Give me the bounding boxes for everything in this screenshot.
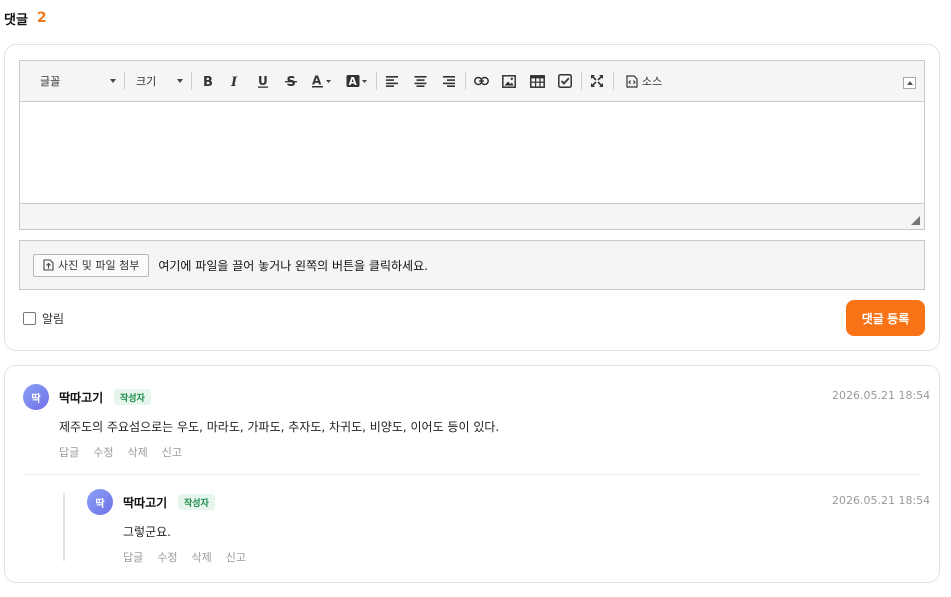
comment-editor-area[interactable] [20,102,924,203]
background-color-button[interactable]: A [343,61,370,101]
image-button[interactable] [499,61,519,101]
image-icon [502,74,516,88]
notify-label: 알림 [42,312,65,326]
attach-file-button[interactable]: 사진 및 파일 첨부 [33,253,150,277]
toolbar-divider [376,72,377,90]
fullscreen-icon [591,75,603,87]
editor-statusbar [20,203,924,229]
link-button[interactable] [471,61,491,101]
italic-button[interactable]: I [225,61,245,101]
comment-divider [23,474,921,475]
notify-checkbox[interactable] [23,312,36,325]
toolbar-divider [465,72,466,90]
font-color-icon: A [312,74,331,88]
comment-body: 그렇군요. [123,525,171,539]
svg-text:A: A [312,74,322,88]
report-link[interactable]: 신고 [162,444,182,460]
align-center-button[interactable] [410,61,430,101]
svg-text:A: A [348,76,357,88]
comment-date: 2026.05.21 18:54 [832,494,931,507]
italic-icon: I [230,75,238,88]
table-icon [529,74,545,88]
strikethrough-button[interactable]: S [281,61,301,101]
source-button[interactable]: 소스 [622,61,666,101]
comment-author[interactable]: 딱따고기 [123,494,167,511]
delete-link[interactable]: 삭제 [192,549,212,565]
svg-text:U: U [258,74,268,88]
toolbar-collapse-button[interactable] [903,77,916,89]
chevron-down-icon [177,79,183,83]
svg-text:I: I [230,75,238,88]
chevron-down-icon [110,79,116,83]
author-badge: 작성자 [178,494,215,510]
comment-body: 제주도의 주요섬으로는 우도, 마라도, 가파도, 추자도, 차귀도, 비양도,… [59,420,500,434]
report-link[interactable]: 신고 [226,549,246,565]
link-icon [473,76,489,86]
align-center-icon [414,76,426,87]
resize-handle-icon[interactable] [911,216,920,225]
align-right-icon [442,76,455,87]
toolbar-divider [613,72,614,90]
toolbar-divider [581,72,582,90]
comment-actions: 답글 수정 삭제 신고 [123,549,246,565]
rich-text-editor: 글꼴 크기 B I U S A A 소스 [19,60,925,230]
comment-author[interactable]: 딱따고기 [59,389,103,406]
underline-icon: U [258,74,268,88]
background-color-icon: A [346,75,367,88]
comment-date: 2026.05.21 18:54 [832,389,931,402]
fullscreen-button[interactable] [587,61,607,101]
edit-link[interactable]: 수정 [93,444,113,460]
comment-header: 댓글 2 [4,9,47,28]
notify-option[interactable]: 알림 [23,310,64,327]
bold-button[interactable]: B [198,61,218,101]
submit-comment-button[interactable]: 댓글 등록 [846,300,925,336]
avatar[interactable]: 딱 [87,489,113,515]
comment-count: 2 [36,10,47,26]
toolbar-divider [191,72,192,90]
comment-actions: 답글 수정 삭제 신고 [59,444,182,460]
file-drop-zone[interactable]: 사진 및 파일 첨부 여기에 파일을 끌어 놓거나 왼쪽의 버튼을 클릭하세요. [19,240,925,290]
underline-button[interactable]: U [253,61,273,101]
strikethrough-icon: S [285,75,297,88]
drop-hint: 여기에 파일을 끌어 놓거나 왼쪽의 버튼을 클릭하세요. [158,258,428,273]
source-icon [626,74,638,88]
font-color-button[interactable]: A [309,61,335,101]
align-right-button[interactable] [438,61,458,101]
reply-link[interactable]: 답글 [59,444,79,460]
checklist-button[interactable] [555,61,575,101]
font-size-select[interactable]: 크기 [136,61,183,101]
delete-link[interactable]: 삭제 [128,444,148,460]
align-left-icon [385,76,398,87]
comment-title: 댓글 [4,12,28,28]
author-badge: 작성자 [114,389,151,405]
svg-text:B: B [203,75,213,88]
checklist-icon [558,74,572,88]
upload-icon [43,259,54,271]
align-left-button[interactable] [382,61,402,101]
reply-indent-line [63,493,65,561]
editor-toolbar: 글꼴 크기 B I U S A A 소스 [20,61,924,102]
avatar[interactable]: 딱 [23,384,49,410]
toolbar-divider [124,72,125,90]
reply-link[interactable]: 답글 [123,549,143,565]
bold-icon: B [203,75,213,88]
table-button[interactable] [527,61,547,101]
edit-link[interactable]: 수정 [157,549,177,565]
font-family-select[interactable]: 글꼴 [40,61,116,101]
